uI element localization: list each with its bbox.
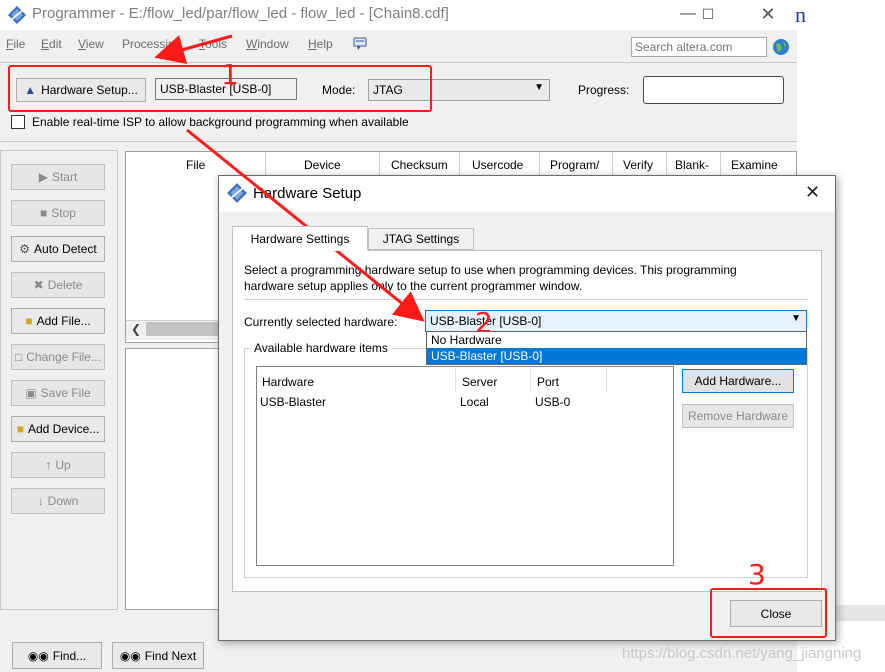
folder-icon: ■ [25,314,33,328]
column-header-verify[interactable]: Verify [623,158,653,172]
window-title: Programmer - E:/flow_led/par/flow_led - … [32,5,449,22]
hardware-dropdown-list: No Hardware USB-Blaster [USB-0] [426,331,807,365]
column-divider [455,368,456,392]
background-text: n [795,2,806,27]
description-text: hardware setup applies only to the curre… [244,279,583,293]
chevron-down-icon: ▼ [534,82,544,93]
annotation-number-3: 3 [748,558,766,591]
down-arrow-icon: ↓ [37,494,44,508]
menu-view[interactable]: View [78,37,104,51]
column-header-checksum[interactable]: Checksum [391,158,448,172]
start-button[interactable]: ▶ Start [11,164,105,190]
add-hardware-button[interactable]: Add Hardware... [682,369,794,393]
down-button[interactable]: ↓ Down [11,488,105,514]
column-divider [379,152,380,176]
find-button[interactable]: ◉◉ Find... [12,642,102,669]
quartus-app-icon [8,6,26,24]
chevron-down-icon: ▼ [791,313,801,324]
start-icon: ▶ [38,170,48,184]
isp-label: Enable real-time ISP to allow background… [32,115,409,129]
column-header-port[interactable]: Port [537,375,559,389]
delete-button[interactable]: ✖ Delete [11,272,105,298]
add-device-button[interactable]: ■ Add Device... [11,416,105,442]
available-hardware-label: Available hardware items [250,341,392,355]
close-icon[interactable]: ✕ [805,182,820,203]
column-header-server[interactable]: Server [462,375,497,389]
dropdown-option-no-hardware[interactable]: No Hardware [427,332,806,348]
menu-file[interactable]: File [6,37,25,51]
watermark: https://blog.csdn.net/yang_jiangning [622,645,862,662]
maximize-icon[interactable]: ☐ [688,2,728,26]
progress-label: Progress: [578,83,630,97]
tab-jtag-settings[interactable]: JTAG Settings [368,228,474,250]
annotation-number-1: 1 [221,58,239,91]
column-header-hardware[interactable]: Hardware [262,375,314,389]
find-next-icon: ◉◉ [119,648,141,663]
dropdown-option-usb-blaster[interactable]: USB-Blaster [USB-0] [427,348,806,364]
auto-detect-icon: ⚙ [19,242,31,256]
binoculars-icon: ◉◉ [27,648,49,663]
add-device-icon: ■ [16,422,24,436]
search-input[interactable] [631,37,767,57]
scroll-thumb[interactable] [146,322,222,336]
close-window-icon[interactable]: ✕ [748,2,788,26]
column-header-blank[interactable]: Blank- [675,158,709,172]
annotation-box-3 [710,588,827,638]
cell-hardware[interactable]: USB-Blaster [260,395,326,409]
description-text: Select a programming hardware setup to u… [244,263,737,277]
auto-detect-button[interactable]: ⚙ Auto Detect [11,236,105,262]
divider [244,299,808,300]
column-divider [720,152,721,176]
column-divider [459,152,460,176]
stop-icon: ■ [40,206,48,220]
help-chat-icon[interactable] [353,37,367,51]
column-divider [612,152,613,176]
menu-tools[interactable]: Tools [199,37,227,51]
stop-button[interactable]: ■ Stop [11,200,105,226]
column-header-program[interactable]: Program/ [550,158,599,172]
progress-bar [643,76,784,104]
save-file-button[interactable]: ▣ Save File [11,380,105,406]
quartus-app-icon [227,183,247,203]
column-header-examine[interactable]: Examine [731,158,778,172]
current-hardware-label: Currently selected hardware: [244,315,398,329]
tab-hardware-settings[interactable]: Hardware Settings [232,226,368,251]
globe-icon[interactable] [772,38,790,56]
column-divider [539,152,540,176]
column-divider [530,368,531,392]
remove-hardware-button[interactable]: Remove Hardware [682,404,794,428]
menu-processing[interactable]: Processing [122,37,181,51]
background-bar [836,605,885,621]
save-icon: ▣ [25,386,37,400]
column-divider [606,368,607,392]
find-next-button[interactable]: ◉◉ Find Next [112,642,204,669]
column-divider [666,152,667,176]
change-file-icon: □ [15,350,23,364]
column-header-file[interactable]: File [186,158,205,172]
scroll-left-icon[interactable]: ❮ [131,322,141,336]
cell-port[interactable]: USB-0 [535,395,570,409]
add-file-button[interactable]: ■ Add File... [11,308,105,334]
column-divider [265,152,266,176]
change-file-button[interactable]: □ Change File... [11,344,105,370]
column-header-device[interactable]: Device [304,158,341,172]
annotation-box-1 [8,65,432,112]
isp-checkbox[interactable] [11,115,25,129]
cell-server[interactable]: Local [460,395,489,409]
column-header-usercode[interactable]: Usercode [472,158,523,172]
up-arrow-icon: ↑ [45,458,52,472]
menu-edit[interactable]: Edit [41,37,62,51]
delete-icon: ✖ [33,278,44,292]
menu-window[interactable]: Window [246,37,289,51]
menu-help[interactable]: Help [308,37,333,51]
dialog-title: Hardware Setup [253,185,362,202]
up-button[interactable]: ↑ Up [11,452,105,478]
